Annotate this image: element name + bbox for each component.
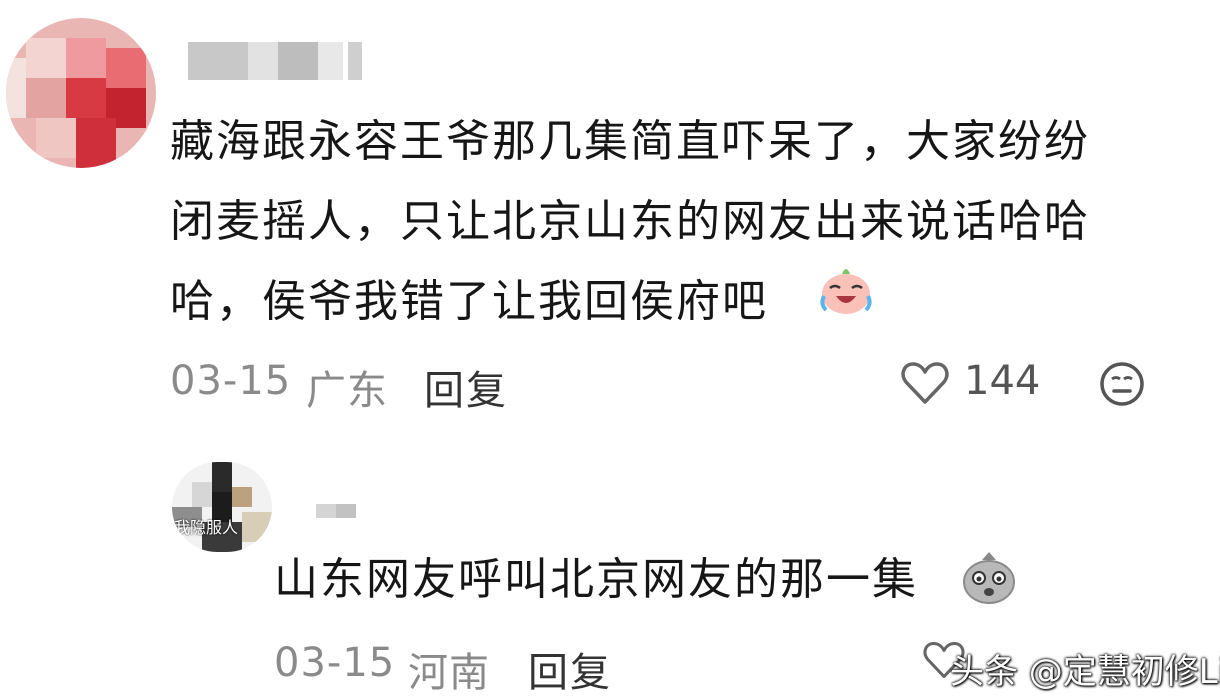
expressionless-face-icon[interactable] xyxy=(1098,360,1146,408)
comment-location: 广东 xyxy=(306,368,388,414)
reply-button[interactable]: 回复 xyxy=(424,358,508,416)
avatar-caption: 我隐服人 xyxy=(174,518,239,537)
comment-line-1: 藏海跟永容王爷那几集简直吓呆了，大家纷纷 xyxy=(170,116,1090,167)
crying-laughing-emoji xyxy=(820,269,872,314)
username-blurred[interactable] xyxy=(188,42,378,80)
heart-icon[interactable] xyxy=(900,360,950,406)
watermark: 头条 @定慧初修Li xyxy=(950,652,1220,692)
comment-date: 03-15 xyxy=(170,358,292,404)
reply-reply-button[interactable]: 回复 xyxy=(528,640,612,698)
reply-date: 03-15 xyxy=(274,640,396,686)
comment-text: 藏海跟永容王爷那几集简直吓呆了，大家纷纷 闭麦摇人，只让北京山东的网友出来说话哈… xyxy=(170,98,1190,346)
avatar[interactable] xyxy=(6,18,156,168)
reply-location: 河南 xyxy=(408,650,490,696)
comment-line-2: 闭麦摇人，只让北京山东的网友出来说话哈哈 xyxy=(170,196,1090,247)
comment-line-3: 哈，侯爷我错了让我回侯府吧 xyxy=(170,276,768,327)
gloomy-face-emoji xyxy=(963,552,1015,604)
reply-username-blurred[interactable] xyxy=(316,504,356,518)
like-count: 144 xyxy=(964,358,1041,404)
reply-avatar[interactable]: 我隐服人 xyxy=(172,462,272,552)
reply-text: 山东网友呼叫北京网友的那一集 xyxy=(274,554,918,605)
